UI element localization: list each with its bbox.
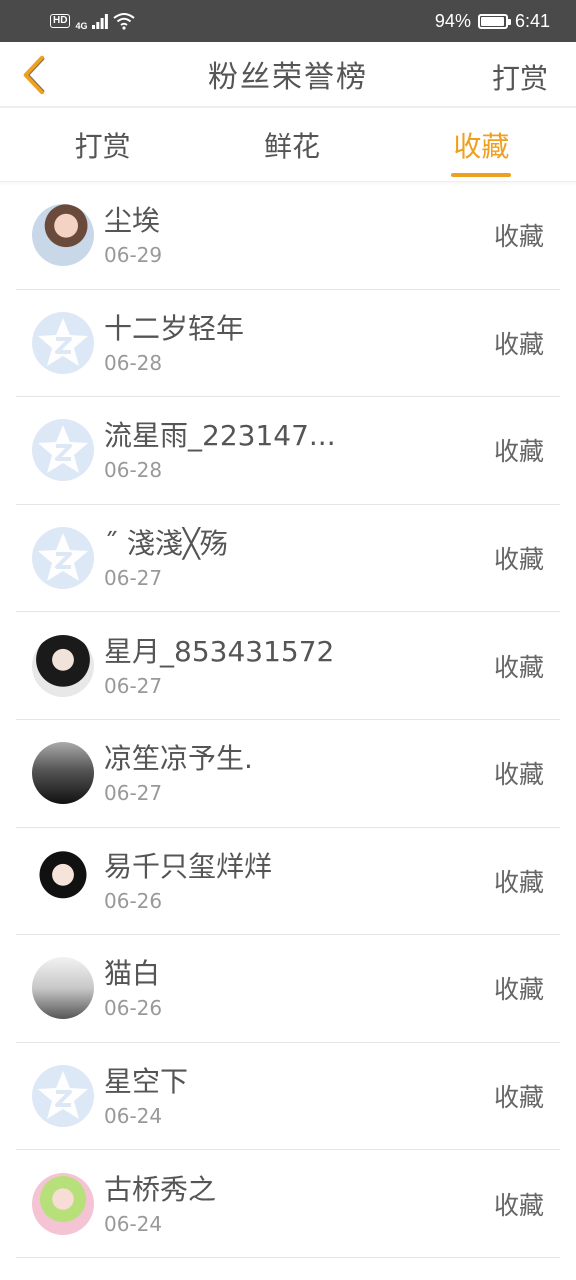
default-avatar-star-icon xyxy=(38,1071,88,1120)
fan-info: ˝ 淺淺╳殇 06-27 xyxy=(104,525,494,591)
tab-favorites[interactable]: 收藏 xyxy=(387,108,576,181)
fan-action-label: 收藏 xyxy=(493,760,544,790)
fan-row[interactable]: 凉笙凉予生. 06-27 收藏 xyxy=(16,720,560,828)
fan-date: 06-28 xyxy=(104,458,163,483)
avatar[interactable] xyxy=(32,957,94,1020)
fan-row[interactable]: 星空下 06-24 收藏 xyxy=(16,1043,560,1151)
fan-name: 流星雨_223147... xyxy=(104,419,336,453)
fan-name: 凉笙凉予生. xyxy=(104,742,253,776)
avatar-default[interactable] xyxy=(32,311,94,374)
clock: 6:41 xyxy=(514,10,550,31)
battery-fill xyxy=(480,16,504,26)
tab-bar: 打赏 鲜花 收藏 xyxy=(0,108,576,182)
fan-action-label: 收藏 xyxy=(493,975,544,1005)
fan-info: 星空下 06-24 xyxy=(104,1063,494,1129)
default-avatar-star-icon xyxy=(38,425,88,474)
fan-name: 猫白 xyxy=(104,957,161,991)
hd-indicator: HD xyxy=(50,14,71,28)
fan-date: 06-29 xyxy=(104,243,163,268)
default-avatar-star-icon xyxy=(38,317,88,366)
fan-info: 古桥秀之 06-24 xyxy=(104,1171,494,1237)
status-right: 94% 6:41 xyxy=(435,11,550,32)
fan-info: 流星雨_223147... 06-28 xyxy=(104,417,494,483)
avatar[interactable] xyxy=(32,634,94,697)
fan-name: 古桥秀之 xyxy=(104,1172,217,1206)
fan-name: 尘埃 xyxy=(104,204,161,238)
fan-row[interactable]: 猫白 06-26 收藏 xyxy=(16,935,560,1043)
fan-action-label: 收藏 xyxy=(493,652,544,682)
fan-row[interactable]: 十二岁轻年 06-28 收藏 xyxy=(16,290,560,398)
fan-name: 十二岁轻年 xyxy=(104,311,245,345)
fan-info: 凉笙凉予生. 06-27 xyxy=(104,740,494,806)
fan-action-label: 收藏 xyxy=(493,1190,544,1220)
fan-action-label: 收藏 xyxy=(493,545,544,575)
battery-percent: 94% xyxy=(434,10,471,31)
fan-name: 星空下 xyxy=(104,1065,189,1099)
avatar-default[interactable] xyxy=(32,527,94,590)
tab-reward[interactable]: 打赏 xyxy=(0,108,197,181)
fan-info: 易千只玺烊烊 06-26 xyxy=(104,848,494,914)
fan-date: 06-26 xyxy=(104,996,163,1021)
signal-icon xyxy=(92,14,109,29)
fan-info: 猫白 06-26 xyxy=(104,955,494,1021)
top-bar: 粉丝荣誉榜 打赏 xyxy=(0,42,576,108)
reward-button[interactable]: 打赏 xyxy=(492,57,548,97)
fan-date: 06-26 xyxy=(104,888,163,913)
fan-action-label: 收藏 xyxy=(493,437,544,467)
fan-row[interactable]: ˝ 淺淺╳殇 06-27 收藏 xyxy=(16,505,560,613)
fan-info: 十二岁轻年 06-28 xyxy=(104,310,494,376)
page-title: 粉丝荣誉榜 xyxy=(208,60,368,95)
fan-row[interactable]: 星月_853431572 06-27 收藏 xyxy=(16,612,560,720)
default-avatar-star-icon xyxy=(38,533,88,582)
fan-row[interactable]: 古桥秀之 06-24 收藏 xyxy=(16,1150,560,1258)
avatar[interactable] xyxy=(32,1172,94,1235)
battery-icon xyxy=(477,13,511,29)
fan-action-label: 收藏 xyxy=(493,1083,544,1113)
fan-action-label: 收藏 xyxy=(493,329,544,359)
tab-flowers[interactable]: 鲜花 xyxy=(197,108,386,181)
avatar-default[interactable] xyxy=(32,1065,94,1128)
fan-row[interactable]: 尘埃 06-29 收藏 xyxy=(16,182,560,290)
fan-date: 06-27 xyxy=(104,781,163,806)
fan-info: 尘埃 06-29 xyxy=(104,202,494,268)
fan-row[interactable]: 流星雨_223147... 06-28 收藏 xyxy=(16,397,560,505)
avatar[interactable] xyxy=(32,742,94,805)
fan-name: 易千只玺烊烊 xyxy=(104,849,273,883)
avatar[interactable] xyxy=(32,849,94,912)
avatar-default[interactable] xyxy=(32,419,94,482)
fan-list: 尘埃 06-29 收藏 十二岁轻年 06-28 收藏 流星雨_223147... 06-28 收… xyxy=(0,182,576,1258)
fan-row[interactable]: 易千只玺烊烊 06-26 收藏 xyxy=(16,828,560,936)
back-button[interactable] xyxy=(14,52,54,98)
fan-date: 06-27 xyxy=(104,673,163,698)
fan-date: 06-24 xyxy=(104,1211,163,1236)
status-bar: HD 4G 94% 6:41 xyxy=(0,0,576,42)
fan-action-label: 收藏 xyxy=(493,867,544,897)
wifi-icon xyxy=(113,13,136,30)
fan-info: 星月_853431572 06-27 xyxy=(104,633,494,699)
status-left: HD 4G xyxy=(50,11,435,31)
avatar[interactable] xyxy=(32,204,94,267)
network-type: 4G xyxy=(75,21,88,31)
fan-action-label: 收藏 xyxy=(493,222,544,252)
fan-date: 06-28 xyxy=(104,350,163,375)
fan-name: ˝ 淺淺╳殇 xyxy=(104,527,228,561)
fan-date: 06-24 xyxy=(104,1104,163,1129)
chevron-left-icon xyxy=(23,55,45,95)
fan-date: 06-27 xyxy=(104,566,163,591)
fan-name: 星月_853431572 xyxy=(104,634,335,668)
